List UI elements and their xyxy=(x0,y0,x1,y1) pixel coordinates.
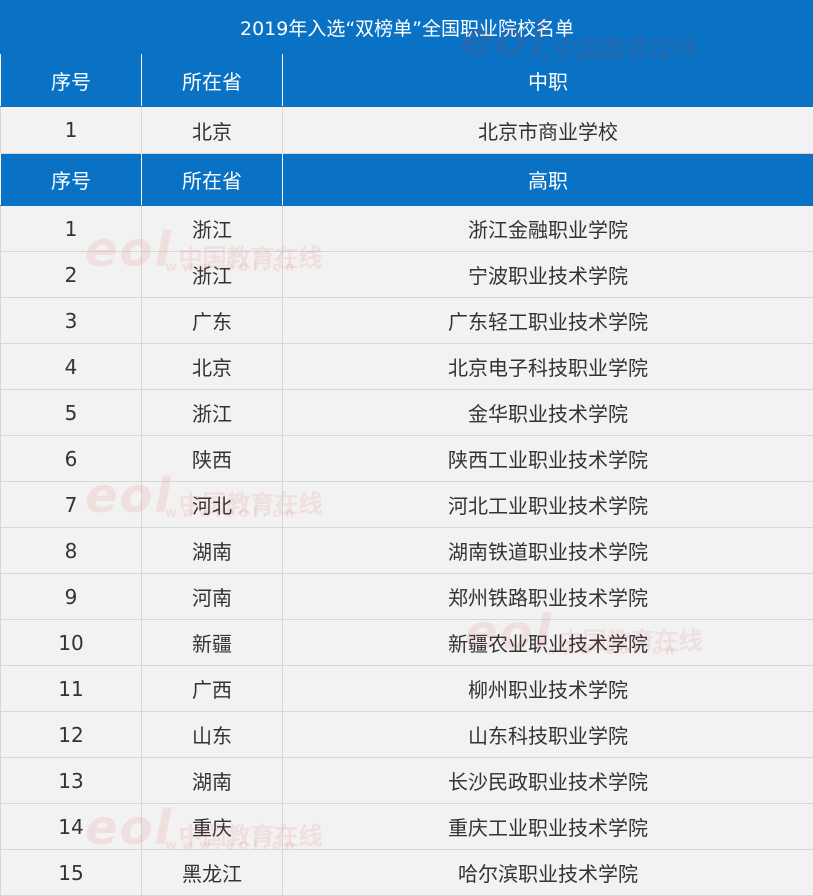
row-school: 新疆农业职业技术学院 xyxy=(281,619,813,666)
table-title: 2019年入选“双榜单”全国职业院校名单 xyxy=(0,0,813,54)
row-number: 1 xyxy=(0,106,142,154)
row-school: 北京电子科技职业学院 xyxy=(281,343,813,390)
row-province: 浙江 xyxy=(141,389,283,436)
row-number: 15 xyxy=(0,849,142,896)
header-secondary-school: 中职 xyxy=(281,53,813,107)
row-province: 北京 xyxy=(141,106,283,154)
row-number: 6 xyxy=(0,435,142,482)
row-number: 8 xyxy=(0,527,142,574)
table-row: 2 浙江 宁波职业技术学院 xyxy=(0,251,813,298)
header-province: 所在省 xyxy=(141,153,283,206)
row-number: 1 xyxy=(0,205,142,252)
row-school: 河北工业职业技术学院 xyxy=(281,481,813,528)
row-province: 广西 xyxy=(141,665,283,712)
header-row-secondary: 序号 所在省 中职 xyxy=(0,53,813,107)
row-number: 13 xyxy=(0,757,142,804)
table-row: 11 广西 柳州职业技术学院 xyxy=(0,665,813,712)
row-school: 宁波职业技术学院 xyxy=(281,251,813,298)
title-row: 2019年入选“双榜单”全国职业院校名单 xyxy=(0,0,813,54)
header-number: 序号 xyxy=(0,53,142,107)
table-row: 15 黑龙江 哈尔滨职业技术学院 xyxy=(0,849,813,896)
school-list-table: 2019年入选“双榜单”全国职业院校名单 序号 所在省 中职 1 北京 北京市商… xyxy=(0,0,813,896)
row-province: 北京 xyxy=(141,343,283,390)
row-number: 11 xyxy=(0,665,142,712)
table-row: 1 北京 北京市商业学校 xyxy=(0,106,813,154)
table-row: 3 广东 广东轻工职业技术学院 xyxy=(0,297,813,344)
table-row: 5 浙江 金华职业技术学院 xyxy=(0,389,813,436)
row-school: 湖南铁道职业技术学院 xyxy=(281,527,813,574)
row-number: 4 xyxy=(0,343,142,390)
row-number: 12 xyxy=(0,711,142,758)
row-school: 长沙民政职业技术学院 xyxy=(281,757,813,804)
table-row: 6 陕西 陕西工业职业技术学院 xyxy=(0,435,813,482)
row-school: 柳州职业技术学院 xyxy=(281,665,813,712)
row-province: 浙江 xyxy=(141,251,283,298)
header-number: 序号 xyxy=(0,153,142,206)
row-province: 浙江 xyxy=(141,205,283,252)
row-number: 7 xyxy=(0,481,142,528)
table-row: 10 新疆 新疆农业职业技术学院 xyxy=(0,619,813,666)
table-row: 7 河北 河北工业职业技术学院 xyxy=(0,481,813,528)
table-row: 9 河南 郑州铁路职业技术学院 xyxy=(0,573,813,620)
row-number: 5 xyxy=(0,389,142,436)
table-row: 1 浙江 浙江金融职业学院 xyxy=(0,205,813,252)
row-school: 北京市商业学校 xyxy=(281,106,813,154)
header-vocational-school: 高职 xyxy=(281,153,813,206)
header-province: 所在省 xyxy=(141,53,283,107)
row-province: 黑龙江 xyxy=(141,849,283,896)
row-school: 广东轻工职业技术学院 xyxy=(281,297,813,344)
row-province: 广东 xyxy=(141,297,283,344)
table-row: 13 湖南 长沙民政职业技术学院 xyxy=(0,757,813,804)
table-row: 12 山东 山东科技职业学院 xyxy=(0,711,813,758)
row-province: 河北 xyxy=(141,481,283,528)
table-row: 4 北京 北京电子科技职业学院 xyxy=(0,343,813,390)
row-province: 山东 xyxy=(141,711,283,758)
row-province: 湖南 xyxy=(141,757,283,804)
row-school: 陕西工业职业技术学院 xyxy=(281,435,813,482)
table-row: 8 湖南 湖南铁道职业技术学院 xyxy=(0,527,813,574)
row-province: 陕西 xyxy=(141,435,283,482)
row-province: 湖南 xyxy=(141,527,283,574)
row-school: 金华职业技术学院 xyxy=(281,389,813,436)
row-province: 新疆 xyxy=(141,619,283,666)
row-province: 河南 xyxy=(141,573,283,620)
row-school: 浙江金融职业学院 xyxy=(281,205,813,252)
vocational-rows: 1 浙江 浙江金融职业学院 2 浙江 宁波职业技术学院 3 广东 广东轻工职业技术学院 4 北京 北京… xyxy=(0,205,813,896)
row-school: 重庆工业职业技术学院 xyxy=(281,803,813,850)
row-number: 14 xyxy=(0,803,142,850)
row-school: 郑州铁路职业技术学院 xyxy=(281,573,813,620)
table-row: 14 重庆 重庆工业职业技术学院 xyxy=(0,803,813,850)
row-school: 山东科技职业学院 xyxy=(281,711,813,758)
row-number: 10 xyxy=(0,619,142,666)
row-number: 2 xyxy=(0,251,142,298)
header-row-vocational: 序号 所在省 高职 xyxy=(0,153,813,206)
row-number: 9 xyxy=(0,573,142,620)
row-school: 哈尔滨职业技术学院 xyxy=(281,849,813,896)
row-number: 3 xyxy=(0,297,142,344)
row-province: 重庆 xyxy=(141,803,283,850)
